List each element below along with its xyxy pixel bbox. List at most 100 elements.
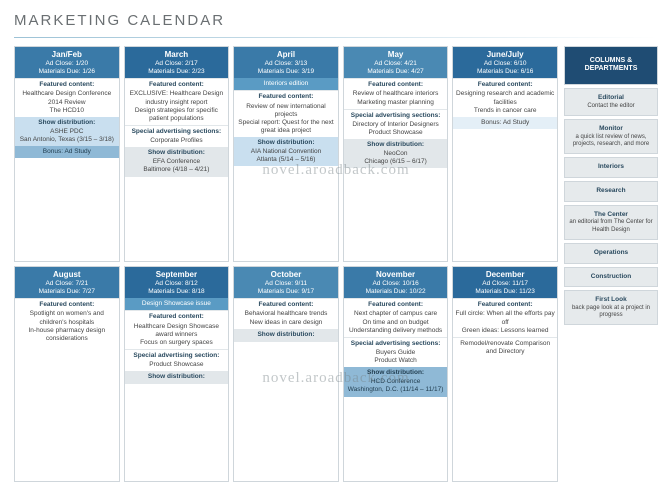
materials-due: Materials Due: 7/27 [17,288,117,296]
month-name: November [346,270,446,280]
sidebar-item: First Lookback page look at a project in… [564,290,658,325]
band-body: Directory of Interior DesignersProduct S… [352,121,438,136]
content-band: Show distribution:EFA ConferenceBaltimor… [125,147,229,176]
month-header: Jan/FebAd Close: 1/20Materials Due: 1/26 [15,47,119,78]
band-body: EXCLUSIVE: Healthcare Design industry in… [130,90,224,121]
band-body: Interiors edition [264,80,308,87]
sidebar-item-name: Editorial [568,94,654,102]
band-title: Show distribution: [127,149,227,157]
sidebar-item: Interiors [564,157,658,178]
band-title: Show distribution: [346,369,446,377]
materials-due: Materials Due: 6/16 [455,68,555,76]
band-body: Review of new international projectsSpec… [238,103,333,134]
band-body: Spotlight on women's and children's hosp… [28,310,105,341]
month-cell: June/JulyAd Close: 6/10Materials Due: 6/… [452,46,558,262]
sidebar-item: The Centeran editorial from The Center f… [564,205,658,240]
band-body: Next chapter of campus careOn time and o… [349,310,442,333]
band-title: Show distribution: [127,373,227,381]
band-title: Featured content: [127,81,227,89]
sidebar-header: COLUMNS & DEPARTMENTS [564,46,658,85]
month-cell: Jan/FebAd Close: 1/20Materials Due: 1/26… [14,46,120,262]
content-band: Special advertising section:Product Show… [125,349,229,371]
page-title: MARKETING CALENDAR [14,12,658,29]
sidebar-item-desc: Contact the editor [587,103,634,109]
content-band: Special advertising sections:Buyers Guid… [344,337,448,367]
content-band: Featured content:Healthcare Design Confe… [15,78,119,117]
band-body: Bonus: Ad Study [481,119,529,126]
band-title: Show distribution: [236,331,336,339]
band-title: Special advertising sections: [346,340,446,348]
band-body: Designing research and academic faciliti… [456,90,554,113]
sidebar-item-name: Construction [568,273,654,281]
ad-close: Ad Close: 2/17 [127,60,227,68]
month-cell: MarchAd Close: 2/17Materials Due: 2/23Fe… [124,46,230,262]
calendar-row-2: AugustAd Close: 7/21Materials Due: 7/27F… [14,266,558,482]
band-title: Featured content: [127,313,227,321]
sidebar: COLUMNS & DEPARTMENTS EditorialContact t… [564,46,658,482]
band-body: Behavioral healthcare trendsNew ideas in… [245,310,328,325]
ad-close: Ad Close: 4/21 [346,60,446,68]
content-band: Bonus: Ad Study [15,146,119,158]
ad-close: Ad Close: 6/10 [455,60,555,68]
band-title: Special advertising section: [127,352,227,360]
band-title: Special advertising sections: [127,128,227,136]
content-band: Featured content:EXCLUSIVE: Healthcare D… [125,78,229,125]
band-title: Featured content: [17,81,117,89]
materials-due: Materials Due: 8/18 [127,288,227,296]
month-cell: NovemberAd Close: 10/16Materials Due: 10… [343,266,449,482]
month-name: December [455,270,555,280]
content-band: Featured content:Next chapter of campus … [344,298,448,337]
band-body: Full circle: When all the efforts pay of… [456,310,555,333]
content-band: Show distribution:AIA National Conventio… [234,137,338,166]
month-name: April [236,50,336,60]
ad-close: Ad Close: 9/11 [236,280,336,288]
month-name: May [346,50,446,60]
month-cell: SeptemberAd Close: 8/12Materials Due: 8/… [124,266,230,482]
sidebar-item: Research [564,181,658,202]
month-header: OctoberAd Close: 9/11Materials Due: 9/17 [234,267,338,298]
sidebar-item-desc: back page look at a project in progress [572,305,650,318]
band-title: Featured content: [236,301,336,309]
content-band: Special advertising sections:Corporate P… [125,125,229,147]
materials-due: Materials Due: 9/17 [236,288,336,296]
band-title: Featured content: [455,301,555,309]
band-title: Featured content: [455,81,555,89]
page: MARKETING CALENDAR novel.aroadback.com n… [0,0,672,503]
ad-close: Ad Close: 10/16 [346,280,446,288]
sidebar-item: Construction [564,267,658,288]
month-name: Jan/Feb [17,50,117,60]
band-body: NeoConChicago (6/15 – 6/17) [364,150,427,165]
content-band: Featured content:Review of healthcare in… [344,78,448,108]
month-header: AugustAd Close: 7/21Materials Due: 7/27 [15,267,119,298]
sidebar-item: Monitora quick list review of news, proj… [564,119,658,154]
content-band: Bonus: Ad Study [453,117,557,129]
month-cell: OctoberAd Close: 9/11Materials Due: 9/17… [233,266,339,482]
content-band: Featured content:Spotlight on women's an… [15,298,119,345]
month-header: MayAd Close: 4/21Materials Due: 4/27 [344,47,448,78]
sidebar-item-name: Research [568,187,654,195]
materials-due: Materials Due: 10/22 [346,288,446,296]
month-header: SeptemberAd Close: 8/12Materials Due: 8/… [125,267,229,298]
sidebar-item-name: Operations [568,249,654,257]
sidebar-item: Operations [564,243,658,264]
content-band: Featured content:Full circle: When all t… [453,298,557,337]
sidebar-item-name: Monitor [568,125,654,133]
ad-close: Ad Close: 1/20 [17,60,117,68]
ad-close: Ad Close: 7/21 [17,280,117,288]
band-body: Design Showcase issue [142,300,211,307]
ad-close: Ad Close: 11/17 [455,280,555,288]
band-body: Corporate Profiles [150,137,202,144]
content-band: Design Showcase issue [125,298,229,310]
materials-due: Materials Due: 4/27 [346,68,446,76]
sidebar-item-name: Interiors [568,163,654,171]
band-body: Bonus: Ad Study [43,148,91,155]
sidebar-item-name: First Look [568,296,654,304]
content-band: Featured content:Designing research and … [453,78,557,117]
content-band: Featured content:Behavioral healthcare t… [234,298,338,328]
band-body: HCD ConferenceWashington, D.C. (11/14 – … [348,378,444,393]
month-name: June/July [455,50,555,60]
month-header: MarchAd Close: 2/17Materials Due: 2/23 [125,47,229,78]
sidebar-item-name: The Center [568,211,654,219]
band-title: Show distribution: [17,119,117,127]
band-body: Healthcare Design Showcase award winners… [134,323,219,346]
